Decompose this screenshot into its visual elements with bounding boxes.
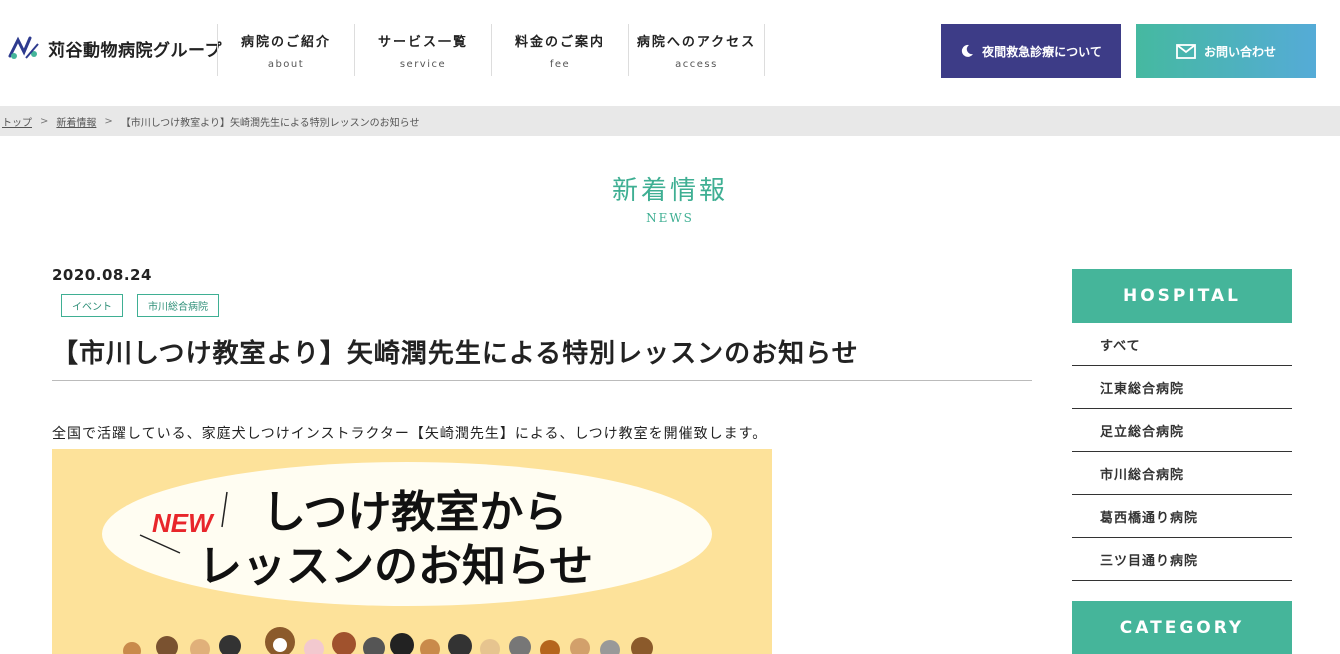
- nav-label-jp: サービス一覧: [377, 34, 468, 50]
- nav-label-en: fee: [549, 58, 571, 70]
- post-lead: 全国で活躍している、家庭犬しつけインストラクター【矢崎潤先生】による、しつけ教室…: [52, 426, 768, 442]
- page-title-en: NEWS: [646, 211, 694, 225]
- breadcrumb-top-link[interactable]: トップ: [2, 114, 32, 129]
- post-title: 【市川しつけ教室より】矢崎潤先生による特別レッスンのお知らせ: [52, 333, 1032, 381]
- mail-icon: [1176, 43, 1196, 59]
- site-header: 苅谷動物病院グループ 病院のご紹介 about サービス一覧 service 料…: [0, 0, 1340, 106]
- site-logo[interactable]: 苅谷動物病院グループ: [6, 34, 222, 62]
- sidebar-hospital-heading: HOSPITAL: [1072, 269, 1292, 323]
- nav-label-jp: 病院のご紹介: [240, 34, 331, 50]
- tag-event[interactable]: イベント: [61, 294, 123, 317]
- nav-label-en: service: [399, 58, 447, 70]
- moon-icon: [962, 44, 974, 57]
- breadcrumb: トップ > 新着情報 > 【市川しつけ教室より】矢崎潤先生による特別レッスンのお…: [0, 106, 1340, 136]
- page-title-jp: 新着情報: [611, 176, 728, 206]
- sidebar-hospital-list: すべて 江東総合病院 足立総合病院 市川総合病院 葛西橋通り病院 三ツ目通り病院: [1072, 323, 1292, 581]
- post-tags: イベント 市川総合病院: [61, 294, 219, 317]
- sidebar-item-ichikawa[interactable]: 市川総合病院: [1072, 452, 1292, 495]
- nav-item-fee[interactable]: 料金のご案内 fee: [491, 24, 628, 76]
- sidebar-item-all[interactable]: すべて: [1072, 323, 1292, 366]
- contact-button[interactable]: お問い合わせ: [1136, 24, 1316, 78]
- tag-hospital[interactable]: 市川総合病院: [137, 294, 219, 317]
- breadcrumb-current: 【市川しつけ教室より】矢崎潤先生による特別レッスンのお知らせ: [120, 117, 420, 129]
- global-nav: 病院のご紹介 about サービス一覧 service 料金のご案内 fee 病…: [217, 24, 765, 76]
- post-date: 2020.08.24: [52, 266, 152, 284]
- night-emergency-label: 夜間救急診療について: [982, 44, 1102, 59]
- nav-label-en: access: [675, 58, 718, 70]
- logo-mark-icon: [8, 36, 39, 59]
- post-banner-image: NEW しつけ教室から レッスンのお知らせ: [52, 449, 772, 654]
- banner-new-badge: NEW: [152, 508, 215, 538]
- breadcrumb-news-link[interactable]: 新着情報: [56, 114, 96, 129]
- page-title: 新着情報 NEWS: [0, 170, 1340, 225]
- dog-illustrations: [123, 627, 653, 654]
- contact-label: お問い合わせ: [1203, 44, 1276, 59]
- sidebar-category-heading: CATEGORY: [1072, 601, 1292, 654]
- banner-illustration: NEW しつけ教室から レッスンのお知らせ: [102, 462, 712, 654]
- nav-item-service[interactable]: サービス一覧 service: [354, 24, 491, 76]
- logo-text: 苅谷動物病院グループ: [48, 40, 222, 61]
- breadcrumb-separator: >: [104, 115, 113, 127]
- nav-label-en: about: [267, 58, 305, 70]
- night-emergency-button[interactable]: 夜間救急診療について: [941, 24, 1121, 78]
- banner-line-2: レッスンのお知らせ: [198, 541, 593, 592]
- nav-item-access[interactable]: 病院へのアクセス access: [628, 24, 765, 76]
- nav-item-about[interactable]: 病院のご紹介 about: [217, 24, 354, 76]
- breadcrumb-separator: >: [40, 115, 49, 127]
- nav-label-jp: 料金のご案内: [514, 34, 605, 50]
- sidebar-item-kasaibashi[interactable]: 葛西橋通り病院: [1072, 495, 1292, 538]
- sidebar-item-adachi[interactable]: 足立総合病院: [1072, 409, 1292, 452]
- sidebar-item-koto[interactable]: 江東総合病院: [1072, 366, 1292, 409]
- nav-label-jp: 病院へのアクセス: [636, 34, 757, 50]
- banner-line-1: しつけ教室から: [262, 487, 567, 538]
- sidebar-item-mitsume[interactable]: 三ツ目通り病院: [1072, 538, 1292, 581]
